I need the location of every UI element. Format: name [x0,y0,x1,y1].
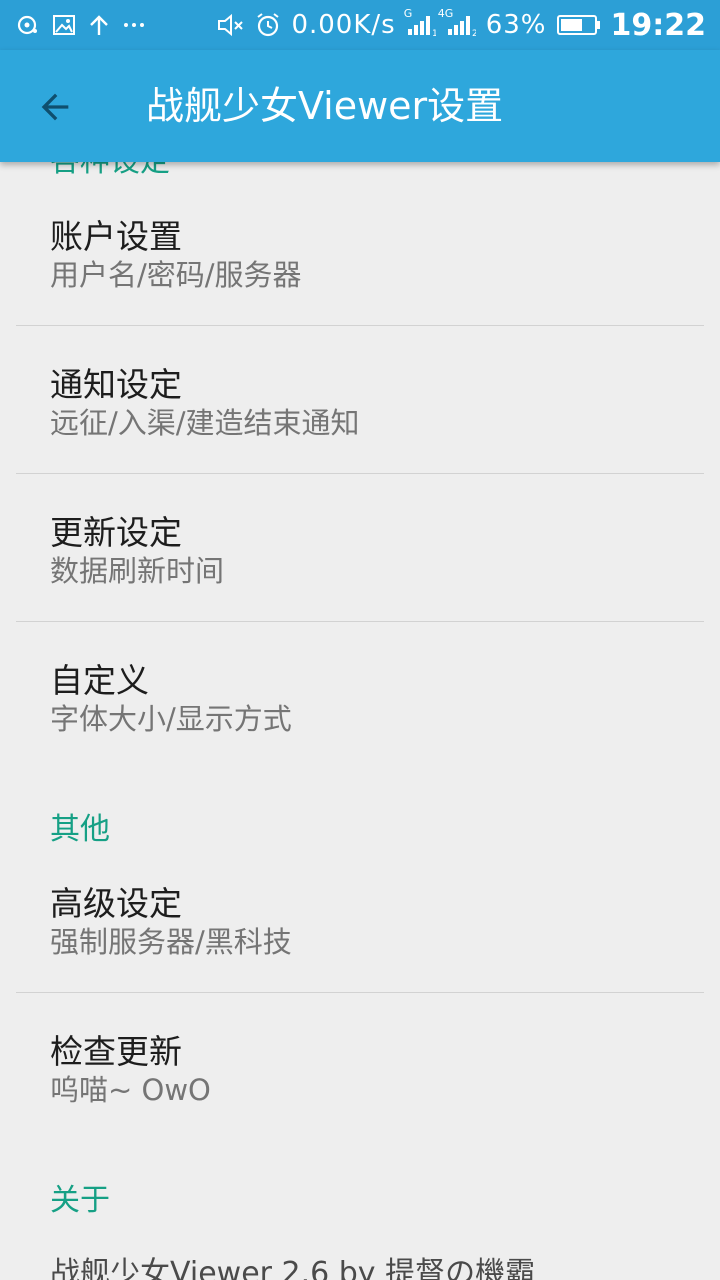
arrow-back-icon [41,93,69,121]
pref-title: 账户设置 [50,217,182,256]
pref-about-version[interactable]: 战舰少女Viewer 2.6 by 提督の機霸 [50,1248,535,1280]
section-header-other: 其他 [50,812,110,847]
pref-title: 更新设定 [50,513,182,552]
section-header-about: 关于 [50,1183,110,1218]
pref-advanced-settings[interactable]: 高级设定 强制服务器/黑科技 [0,877,720,992]
back-button[interactable] [30,82,80,132]
pref-summary: 数据刷新时间 [50,554,225,588]
pref-update-settings[interactable]: 更新设定 数据刷新时间 [0,506,720,621]
pref-title: 通知设定 [50,365,182,404]
pref-title: 检查更新 [50,1032,182,1071]
app-toolbar: 战舰少女Viewer设置 [0,50,720,162]
settings-screen: 各种设定 账户设置 用户名/密码/服务器 通知设定 远征/入渠/建造结束通知 更… [0,0,720,1280]
pref-customize[interactable]: 自定义 字体大小/显示方式 [0,654,720,769]
pref-summary: 呜喵~ OwO [50,1073,211,1107]
divider [16,325,704,326]
pref-title: 高级设定 [50,884,182,923]
pref-title: 自定义 [50,661,149,700]
pref-check-update[interactable]: 检查更新 呜喵~ OwO [0,1025,720,1140]
pref-account-settings[interactable]: 账户设置 用户名/密码/服务器 [0,210,720,325]
pref-summary: 字体大小/显示方式 [50,702,292,736]
pref-summary: 强制服务器/黑科技 [50,925,292,959]
divider [16,473,704,474]
settings-list[interactable]: 各种设定 账户设置 用户名/密码/服务器 通知设定 远征/入渠/建造结束通知 更… [0,0,720,1280]
toolbar-title: 战舰少女Viewer设置 [146,84,504,128]
divider [16,992,704,993]
pref-summary: 用户名/密码/服务器 [50,258,302,292]
pref-summary: 远征/入渠/建造结束通知 [50,406,360,440]
pref-notification-settings[interactable]: 通知设定 远征/入渠/建造结束通知 [0,358,720,473]
divider [16,621,704,622]
